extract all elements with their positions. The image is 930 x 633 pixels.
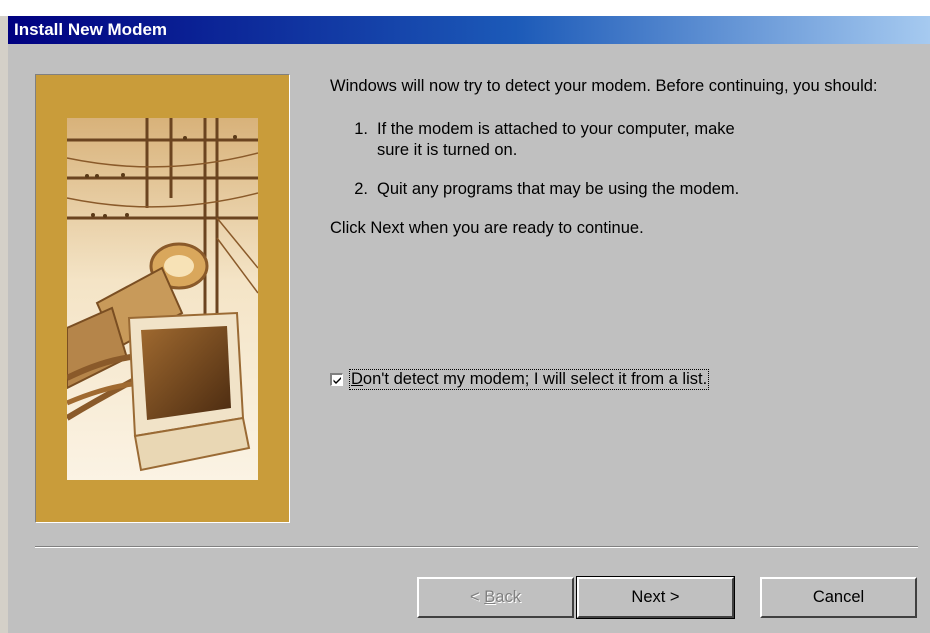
window-left-edge [0,16,8,633]
check-icon [333,377,341,384]
dont-detect-checkbox-row[interactable]: Don't detect my modem; I will select it … [330,369,710,390]
step-number: 1. [354,120,368,138]
step-text: If the modem is attached to your compute… [377,120,735,159]
step-text: Quit any programs that may be using the … [377,180,740,198]
list-item: 1. If the modem is attached to your comp… [330,119,910,161]
window-title: Install New Modem [14,20,168,39]
dont-detect-checkbox[interactable] [330,373,343,386]
desktop-strip [0,0,930,16]
step-number: 2. [354,180,368,198]
separator-line [35,546,918,548]
wizard-content: Windows will now try to detect your mode… [330,76,910,256]
steps-list: 1. If the modem is attached to your comp… [330,119,910,200]
list-item: 2. Quit any programs that may be using t… [330,179,910,200]
title-bar[interactable]: Install New Modem [8,16,930,44]
install-modem-window: Install New Modem Windows will now try t… [0,0,930,633]
dont-detect-label[interactable]: Don't detect my modem; I will select it … [349,369,710,390]
next-button[interactable]: Next > [576,576,735,619]
wizard-illustration-icon [67,118,258,480]
back-button[interactable]: < Back [417,577,574,618]
instruction-text: Click Next when you are ready to continu… [330,219,644,237]
intro-text: Windows will now try to detect your mode… [330,77,878,95]
cancel-button[interactable]: Cancel [760,577,917,618]
